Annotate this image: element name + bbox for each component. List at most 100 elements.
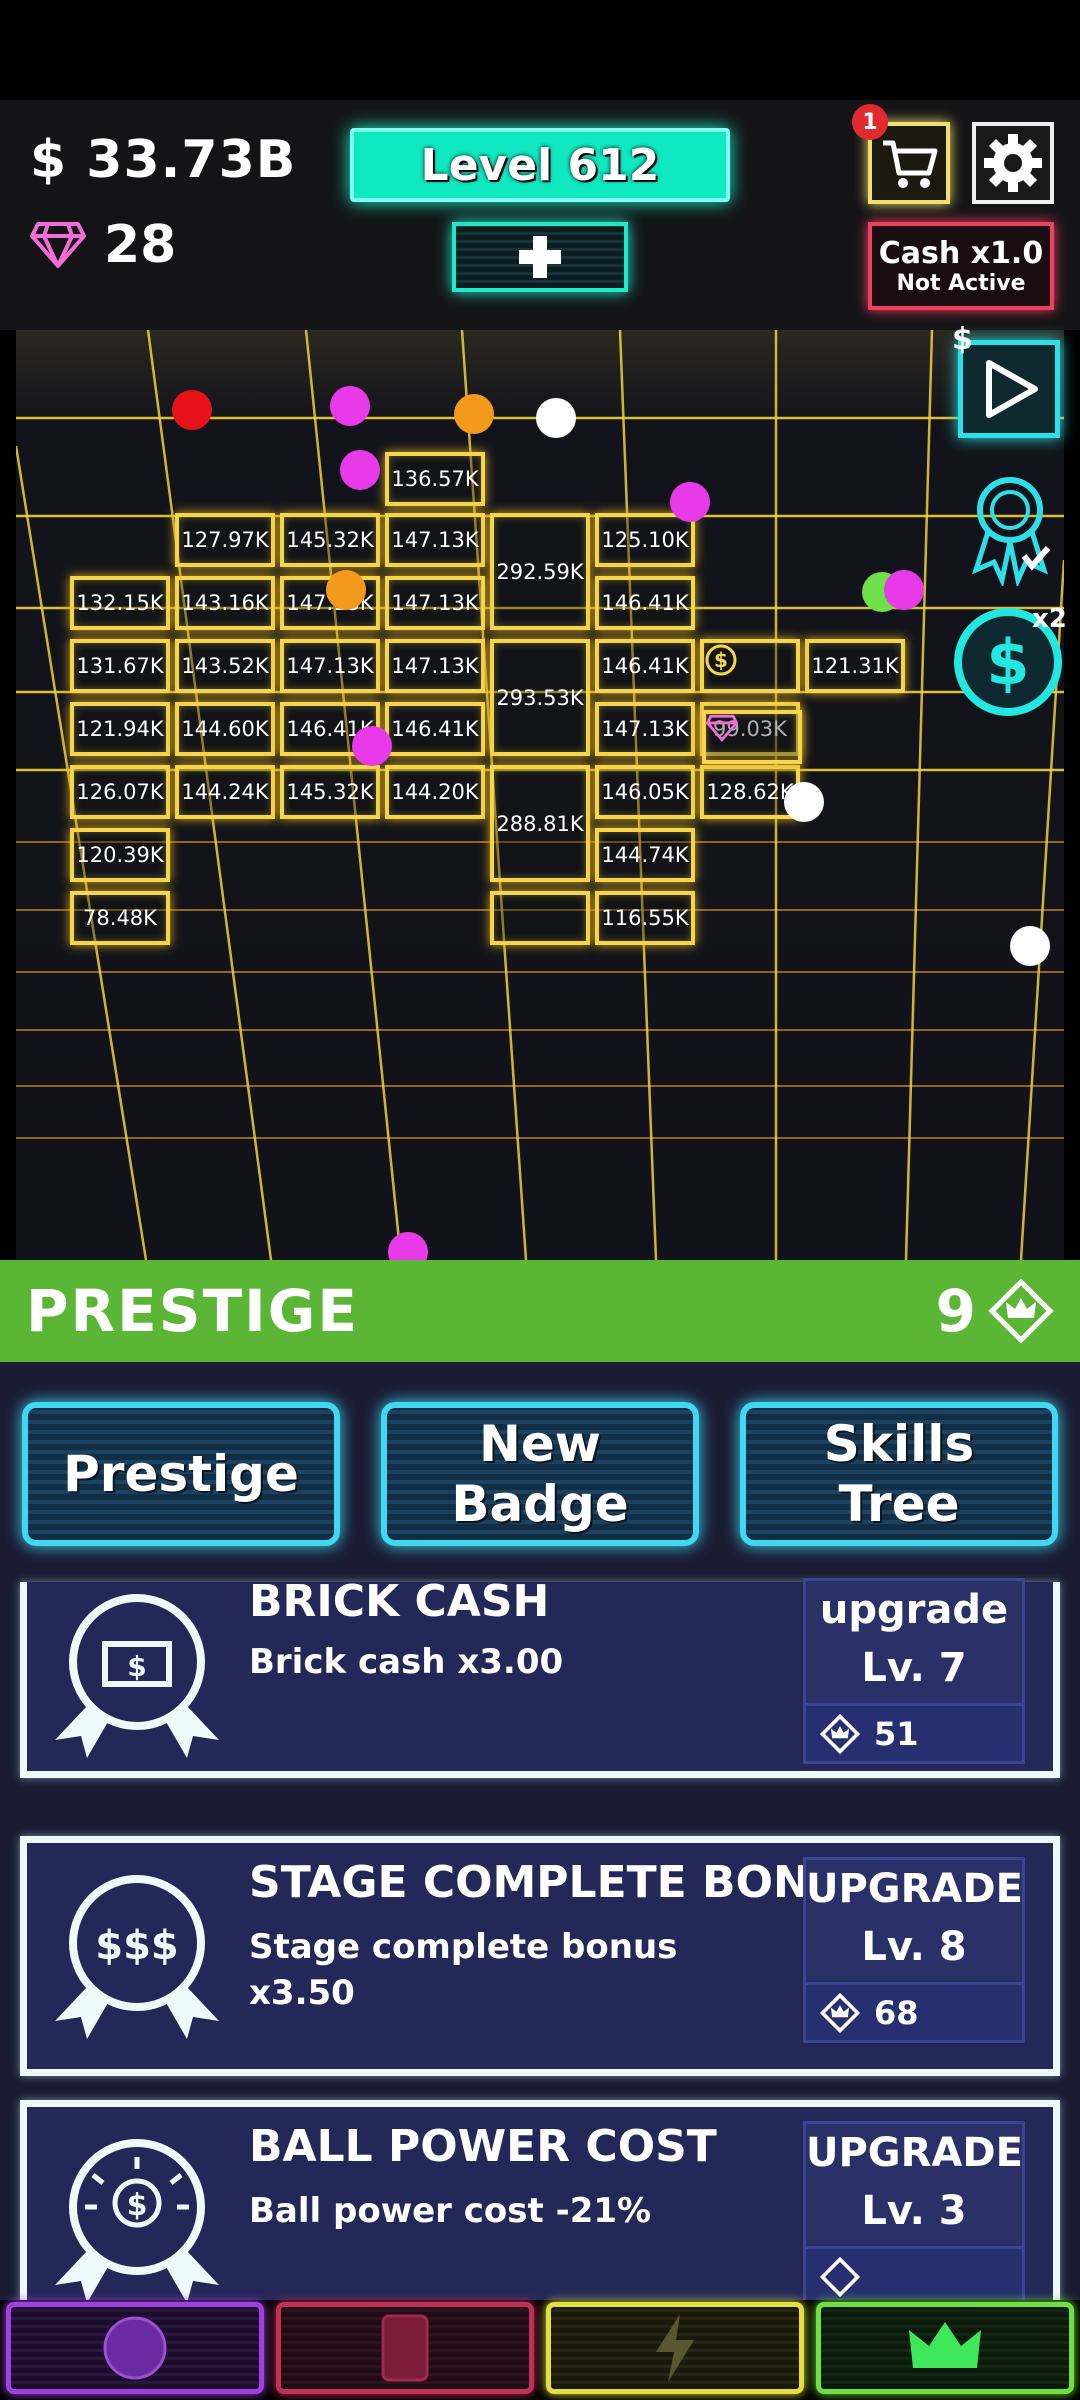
cash-note-medal-icon: $ — [55, 1594, 219, 1758]
upgrade-cost-value: 68 — [874, 1993, 919, 2032]
upgrade-card-brick-cash: $ BRICK CASH Brick cash x3.00 upgrade Lv… — [20, 1576, 1060, 1778]
crown-diamond-icon — [820, 1992, 860, 2033]
prestige-points-value: 9 — [935, 1277, 976, 1345]
cash-multiplier-status: Not Active — [896, 271, 1026, 296]
coin-brick: $ — [700, 639, 800, 693]
settings-button[interactable] — [972, 122, 1054, 204]
brick: 147.13K — [595, 702, 695, 756]
brick: 136.57K — [385, 452, 485, 506]
double-cash-label: x2 — [1032, 604, 1067, 634]
brick: 121.94K — [70, 702, 170, 756]
game-field[interactable]: 136.57K 127.97K 145.32K 147.13K 292.59K 125.1… — [16, 330, 1064, 1260]
svg-text:$$$: $$$ — [95, 1923, 179, 1969]
status-bar — [0, 0, 1080, 100]
card-title: STAGE COMPLETE BONUS — [249, 1857, 878, 1908]
brick: 78.48K — [70, 891, 170, 945]
crown-diamond-icon — [988, 1278, 1054, 1344]
brick: 144.60K — [175, 702, 275, 756]
upgrade-label: UPGRADE — [806, 2130, 1023, 2176]
ball — [670, 482, 710, 522]
upgrade-level: Lv. 7 — [861, 1645, 967, 1691]
ball-icon — [103, 2316, 167, 2380]
cash-multiplier-label: Cash x1.0 — [878, 236, 1044, 271]
cart-icon — [883, 140, 938, 188]
brick: 293.53K — [490, 639, 590, 756]
level-button[interactable]: Level 612 — [350, 128, 730, 202]
brick: 147.13K — [280, 639, 380, 693]
ball — [330, 386, 370, 426]
brick: 145.32K — [280, 513, 380, 567]
ball — [1010, 926, 1050, 966]
upgrade-level: Lv. 8 — [861, 1924, 967, 1970]
lightning-icon — [656, 2314, 694, 2382]
prestige-header: PRESTIGE 9 — [0, 1260, 1080, 1362]
brick: 131.67K — [70, 639, 170, 693]
card-title: BALL POWER COST — [249, 2121, 717, 2172]
nav-powerups[interactable] — [546, 2302, 804, 2394]
crown-icon — [909, 2322, 981, 2368]
upgrade-card-ball-power-cost: $ BALL POWER COST Ball power cost -21% U… — [20, 2100, 1060, 2300]
brick: 144.74K — [595, 828, 695, 882]
upgrade-button[interactable]: UPGRADE Lv. 8 68 — [803, 1857, 1025, 2043]
ball — [784, 782, 824, 822]
brick: 143.52K — [175, 639, 275, 693]
brick: 145.32K — [280, 765, 380, 819]
brick: 144.20K — [385, 765, 485, 819]
dollar-burst-medal-icon: $ — [55, 2139, 219, 2300]
prestige-button[interactable]: Prestige — [22, 1402, 340, 1546]
ball — [454, 394, 494, 434]
nav-cards[interactable] — [276, 2302, 534, 2394]
upgrade-label: upgrade — [819, 1587, 1009, 1633]
cart-notification-badge: 1 — [852, 104, 888, 140]
add-level-button[interactable] — [452, 222, 628, 292]
cash-multiplier-button[interactable]: Cash x1.0 Not Active — [868, 222, 1054, 310]
gems-display: 28 — [30, 215, 176, 275]
ball — [326, 570, 366, 610]
brick: 292.59K — [490, 513, 590, 630]
svg-text:$: $ — [127, 1650, 146, 1683]
crown-diamond-icon — [820, 2256, 860, 2297]
new-badge-button[interactable]: New Badge — [381, 1402, 699, 1546]
brick: 128.62K — [700, 765, 800, 819]
gem-icon — [30, 222, 86, 268]
gem-brick — [702, 710, 802, 764]
svg-text:$: $ — [986, 626, 1029, 699]
ball — [352, 726, 392, 766]
crown-diamond-icon — [820, 1713, 860, 1754]
brick: 146.05K — [595, 765, 695, 819]
svg-text:$: $ — [714, 648, 728, 672]
gem-count: 28 — [104, 215, 177, 275]
ball — [340, 450, 380, 490]
brick: 143.16K — [175, 576, 275, 630]
watch-ad-button[interactable] — [958, 340, 1060, 438]
nav-prestige[interactable] — [816, 2302, 1074, 2394]
play-icon — [986, 360, 1038, 418]
coin-icon: $ — [705, 644, 737, 676]
skills-tree-button[interactable]: Skills Tree — [740, 1402, 1058, 1546]
brick: 288.81K — [490, 765, 590, 882]
brick: 125.10K — [595, 513, 695, 567]
cash-amount: $ 33.73B — [30, 130, 297, 190]
ball — [172, 390, 212, 430]
brick — [490, 891, 590, 945]
upgrade-cost — [806, 2246, 1022, 2300]
brick: 147.13K — [385, 639, 485, 693]
card-icon — [381, 2314, 429, 2382]
card-description: Stage complete bonus x3.50 — [249, 1927, 678, 2013]
upgrade-button[interactable]: upgrade Lv. 7 51 — [803, 1578, 1025, 1764]
upgrade-card-stage-complete-bonus: $$$ STAGE COMPLETE BONUS Stage complete … — [20, 1836, 1060, 2076]
brick: 126.07K — [70, 765, 170, 819]
coins-medal-icon: $$$ — [55, 1875, 219, 2039]
nav-balls[interactable] — [6, 2302, 264, 2394]
brick: 146.41K — [595, 576, 695, 630]
card-title: BRICK CASH — [249, 1576, 550, 1627]
card-description: Brick cash x3.00 — [249, 1642, 564, 1682]
brick: 146.41K — [385, 702, 485, 756]
badge-button[interactable] — [958, 466, 1062, 589]
brick: 127.97K — [175, 513, 275, 567]
card-description: Ball power cost -21% — [249, 2191, 652, 2231]
brick: 147.13K — [385, 513, 485, 567]
brick: 120.39K — [70, 828, 170, 882]
upgrade-label: UPGRADE — [806, 1866, 1023, 1912]
upgrade-button[interactable]: UPGRADE Lv. 3 — [803, 2121, 1025, 2300]
